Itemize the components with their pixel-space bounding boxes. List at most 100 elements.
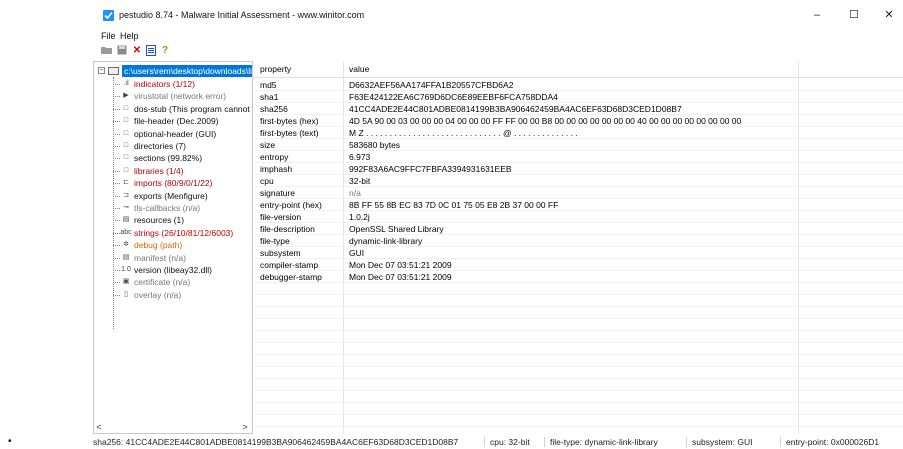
properties-grid: property value md5 D6632AEF56AA174FFA1B20… — [254, 61, 903, 434]
status-subsystem: subsystem: GUI — [692, 437, 753, 447]
table-row[interactable]: subsystem GUI — [254, 247, 903, 259]
tree-item-label: tls-callbacks (n/a) — [134, 203, 201, 213]
tree-connector — [113, 232, 120, 234]
tree-item-label: file-header (Dec.2009) — [134, 116, 219, 127]
value-cell: F63E424122EA6C769D6DC6E89EEBF6FCA758DDA4 — [349, 92, 558, 102]
tree-item-label: strings (26/10/81/12/6003) — [134, 227, 234, 238]
table-row[interactable]: file-version 1.0.2j — [254, 211, 903, 223]
imports-icon: ⊏ — [123, 179, 129, 187]
value-cell: OpenSSL Shared Library — [349, 224, 444, 234]
property-cell: sha256 — [260, 104, 288, 114]
tree-item-label: imports (80/9/0/1/22) — [134, 178, 213, 189]
tree-horizontal-scrollbar[interactable]: < > — [94, 422, 252, 433]
table-row[interactable]: file-description OpenSSL Shared Library — [254, 223, 903, 235]
table-row[interactable] — [254, 403, 903, 415]
table-row[interactable] — [254, 295, 903, 307]
tree-connector — [113, 183, 120, 185]
tls-icon: ⊸ — [123, 204, 129, 211]
table-row[interactable] — [254, 307, 903, 319]
collapse-icon[interactable]: − — [98, 67, 105, 74]
status-divider — [544, 437, 545, 447]
table-row[interactable] — [254, 367, 903, 379]
tree-item-label: virustotal (network error) — [134, 91, 227, 102]
table-row[interactable] — [254, 379, 903, 391]
about-icon[interactable]: ? — [159, 45, 171, 57]
status-divider — [484, 437, 485, 447]
version-icon: 1.0 — [121, 266, 131, 273]
close-window-button[interactable]: ✕ — [879, 6, 899, 24]
window-title: pestudio 8.74 - Malware Initial Assessme… — [119, 10, 365, 20]
table-row[interactable]: debugger-stamp Mon Dec 07 03:51:21 2009 — [254, 271, 903, 283]
save-icon[interactable] — [116, 45, 128, 57]
table-row[interactable]: md5 D6632AEF56AA174FFA1B20557CFBD6A2 — [254, 79, 903, 91]
table-row[interactable]: sha256 41CC4ADE2E44C801ADBE0814199B3BA906… — [254, 103, 903, 115]
close-file-icon[interactable]: ✕ — [131, 45, 143, 57]
property-cell: debugger-stamp — [260, 272, 322, 282]
value-cell: 4D 5A 90 00 03 00 00 00 04 00 00 00 FF F… — [349, 116, 742, 126]
column-header-property[interactable]: property — [254, 61, 291, 78]
tree-item-label: resources (1) — [134, 215, 185, 226]
minimize-button[interactable]: – — [807, 6, 827, 24]
open-folder-icon[interactable] — [101, 45, 113, 57]
column-header-value[interactable]: value — [343, 61, 369, 78]
table-row[interactable]: first-bytes (text) M Z . . . . . . . . . … — [254, 127, 903, 139]
scroll-right-icon[interactable]: > — [240, 422, 250, 433]
square-icon: □ — [123, 154, 129, 162]
property-cell: signature — [260, 188, 295, 198]
file-icon — [108, 67, 119, 75]
property-cell: imphash — [260, 164, 293, 174]
property-cell: compiler-stamp — [260, 260, 319, 270]
value-cell: 32-bit — [349, 176, 371, 186]
table-row[interactable]: cpu 32-bit — [254, 175, 903, 187]
table-row[interactable] — [254, 355, 903, 367]
table-row[interactable] — [254, 391, 903, 403]
tree-connector — [113, 133, 120, 135]
menu-help[interactable]: Help — [120, 30, 139, 42]
overlay-icon: ▯ — [124, 290, 128, 298]
value-cell: 992F83A6AC9FFC7FBFA3394931631EEB — [349, 164, 512, 174]
table-row[interactable] — [254, 415, 903, 427]
tree-item-label: sections (99.82%) — [134, 153, 203, 164]
table-row[interactable] — [254, 331, 903, 343]
value-cell: M Z . . . . . . . . . . . . . . . . . . … — [349, 128, 578, 138]
table-row[interactable]: size 583680 bytes — [254, 139, 903, 151]
square-icon: □ — [123, 129, 129, 137]
tree-connector — [113, 121, 120, 123]
table-row[interactable]: file-type dynamic-link-library — [254, 235, 903, 247]
table-row[interactable] — [254, 319, 903, 331]
property-cell: entry-point (hex) — [260, 200, 322, 210]
table-row[interactable] — [254, 283, 903, 295]
tree-connector — [113, 257, 120, 259]
resources-icon: ▤ — [122, 216, 130, 224]
exports-icon: ⊐ — [123, 191, 129, 199]
tree-item-label: debug (path) — [134, 240, 183, 251]
list-icon[interactable] — [145, 45, 157, 57]
tree-connector — [113, 108, 120, 110]
tree-connector — [113, 158, 120, 160]
table-row[interactable]: entropy 6.973 — [254, 151, 903, 163]
menu-file[interactable]: File — [101, 30, 116, 42]
tree-connector — [113, 96, 120, 98]
value-cell: 1.0.2j — [349, 212, 370, 222]
table-row[interactable]: entry-point (hex) 8B FF 55 8B EC 83 7D 0C… — [254, 199, 903, 211]
square-icon: □ — [123, 117, 129, 125]
table-row[interactable] — [254, 343, 903, 355]
value-cell: D6632AEF56AA174FFA1B20557CFBD6A2 — [349, 80, 514, 90]
value-cell: GUI — [349, 248, 365, 258]
maximize-button[interactable]: ☐ — [844, 6, 864, 24]
property-cell: subsystem — [260, 248, 301, 258]
title-bar: pestudio 8.74 - Malware Initial Assessme… — [93, 0, 903, 30]
table-row[interactable]: imphash 992F83A6AC9FFC7FBFA3394931631EEB — [254, 163, 903, 175]
status-divider — [780, 437, 781, 447]
square-icon: □ — [123, 104, 129, 112]
table-row[interactable]: compiler-stamp Mon Dec 07 03:51:21 2009 — [254, 259, 903, 271]
tree-item-label: dos-stub (This program cannot be run in … — [134, 103, 252, 114]
property-cell: file-description — [260, 224, 315, 234]
value-cell: 8B FF 55 8B EC 83 7D 0C 01 75 05 E8 2B 3… — [349, 200, 559, 210]
value-cell: n/a — [349, 188, 361, 198]
table-row[interactable]: signature n/a — [254, 187, 903, 199]
table-row[interactable]: sha1 F63E424122EA6C769D6DC6E89EEBF6FCA758… — [254, 91, 903, 103]
table-row[interactable]: first-bytes (hex) 4D 5A 90 00 03 00 00 00… — [254, 115, 903, 127]
scroll-left-icon[interactable]: < — [94, 422, 104, 433]
status-file-type: file-type: dynamic-link-library — [550, 437, 658, 447]
